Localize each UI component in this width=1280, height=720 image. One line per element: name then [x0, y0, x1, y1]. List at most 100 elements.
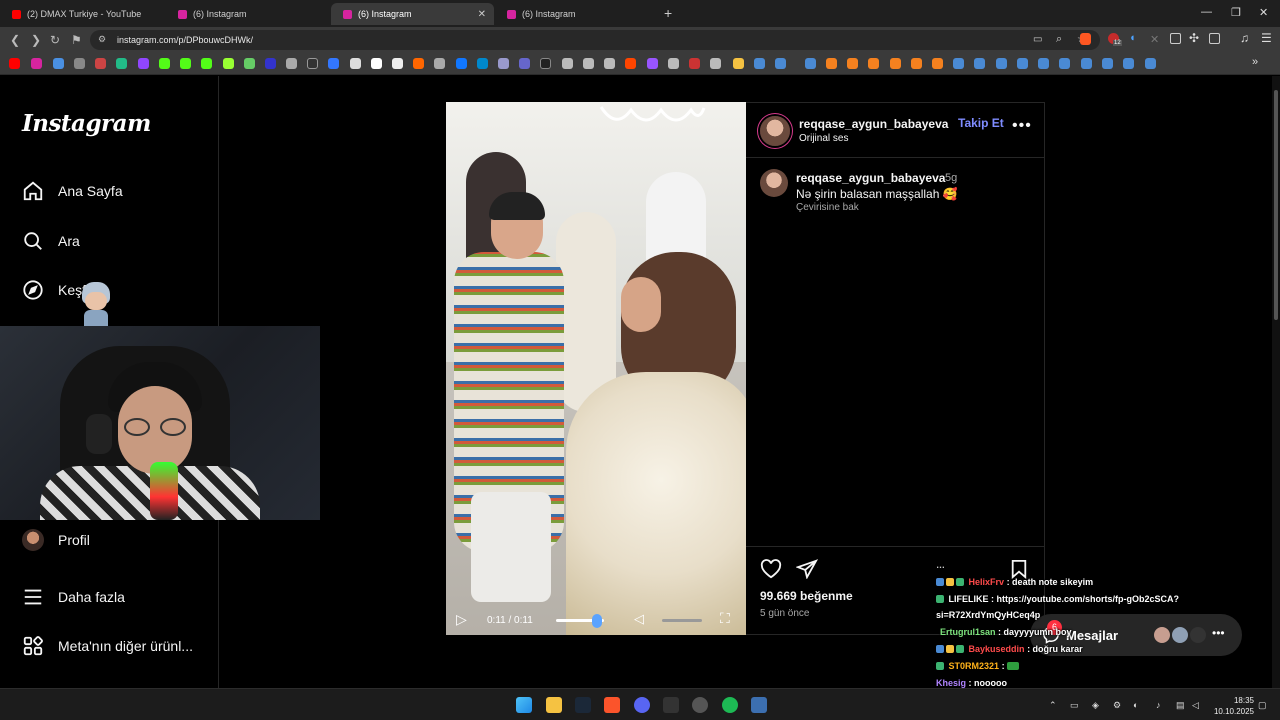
bookmark-reddit-icon[interactable]: [625, 58, 636, 69]
puzzle-icon[interactable]: ✣: [1189, 31, 1199, 45]
bookmark-steam-icon[interactable]: [775, 58, 786, 69]
minimize-button[interactable]: —: [1201, 6, 1212, 18]
nav-profile[interactable]: Profil: [22, 529, 90, 551]
bookmark-twitch-icon[interactable]: [138, 58, 149, 69]
bookmark-icon[interactable]: [847, 58, 858, 69]
like-count[interactable]: 99.669 beğenme: [760, 589, 853, 603]
bookmark-instagram-icon[interactable]: [31, 58, 42, 69]
bookmark-kick-icon[interactable]: [159, 58, 170, 69]
bookmark-folder-icon[interactable]: [733, 58, 744, 69]
bookmark-steam-icon[interactable]: [1059, 58, 1070, 69]
extension-icon[interactable]: ✕: [1150, 33, 1159, 46]
like-icon[interactable]: [760, 559, 782, 584]
audio-label[interactable]: Orijinal ses: [799, 133, 848, 144]
volume-slider[interactable]: [662, 619, 702, 622]
bookmark-steam-icon[interactable]: [1145, 58, 1156, 69]
brave-shield-icon[interactable]: [1080, 33, 1091, 45]
bookmark-steam-icon[interactable]: [1017, 58, 1028, 69]
page-scrollbar[interactable]: [1272, 76, 1280, 688]
tab-instagram-3[interactable]: (6) Instagram: [495, 3, 659, 25]
bookmark-icon[interactable]: [74, 58, 85, 69]
bookmark-kick-icon[interactable]: [180, 58, 191, 69]
bookmark-icon[interactable]: [223, 58, 234, 69]
app-icon[interactable]: [663, 697, 679, 713]
music-icon[interactable]: ♫: [1240, 31, 1249, 45]
bookmark-steam-icon[interactable]: [805, 58, 816, 69]
bookmark-drive-icon[interactable]: [116, 58, 127, 69]
bookmark-steam-icon[interactable]: [996, 58, 1007, 69]
screenshot-icon[interactable]: [1170, 33, 1181, 44]
bookmark-icon[interactable]: [371, 58, 382, 69]
bookmark-icon[interactable]: [53, 58, 64, 69]
bookmark-steam-icon[interactable]: [953, 58, 964, 69]
bookmark-icon[interactable]: [562, 58, 573, 69]
tray-chevron-icon[interactable]: ⌃: [1049, 700, 1057, 711]
forward-button[interactable]: ❯: [31, 33, 41, 47]
site-info-icon[interactable]: ⚙: [98, 34, 106, 45]
bookmark-icon[interactable]: [456, 58, 467, 69]
fullscreen-icon[interactable]: ⛶: [720, 610, 730, 627]
follow-button[interactable]: Takip Et: [958, 116, 1004, 130]
avatar[interactable]: [1188, 625, 1208, 645]
bookmark-steam-icon[interactable]: [1102, 58, 1113, 69]
tray-icon[interactable]: ▭: [1070, 700, 1079, 711]
post-username[interactable]: reqqase_aygun_babayeva: [799, 117, 948, 131]
bookmark-amazon-icon[interactable]: [392, 58, 403, 69]
windows-start-icon[interactable]: [516, 697, 532, 713]
system-clock[interactable]: 18:35 10.10.2025: [1212, 695, 1254, 717]
bookmark-icon[interactable]: [583, 58, 594, 69]
tray-icon[interactable]: ◐: [1133, 700, 1138, 710]
app-icon[interactable]: [751, 697, 767, 713]
brave-icon[interactable]: [604, 697, 620, 713]
more-icon[interactable]: •••: [1212, 626, 1225, 640]
steam-icon[interactable]: [575, 697, 591, 713]
bookmark-kick-icon[interactable]: [201, 58, 212, 69]
bookmark-icon[interactable]: [413, 58, 424, 69]
wallet-icon[interactable]: [1209, 33, 1220, 44]
see-translation-link[interactable]: Çevirisine bak: [796, 202, 859, 213]
cast-icon[interactable]: ▭: [1033, 34, 1042, 45]
app-icon[interactable]: [692, 697, 708, 713]
bookmark-icon[interactable]: [434, 58, 445, 69]
more-bookmarks-icon[interactable]: »: [1252, 56, 1258, 68]
reload-button[interactable]: ↻: [50, 33, 60, 47]
audio-icon[interactable]: ◖: [1129, 32, 1136, 44]
tray-icon[interactable]: ◈: [1092, 700, 1099, 711]
bookmark-steam-icon[interactable]: [754, 58, 765, 69]
bookmark-icon[interactable]: [540, 58, 551, 69]
bookmark-icon[interactable]: [689, 58, 700, 69]
nav-search[interactable]: Ara: [22, 230, 80, 252]
maximize-button[interactable]: ❐: [1231, 6, 1241, 19]
bookmark-icon[interactable]: [244, 58, 255, 69]
address-bar[interactable]: ⚙ instagram.com/p/DPbouwcDHWk/ ▭ ⌕ ☆: [90, 30, 1100, 50]
zoom-icon[interactable]: ⌕: [1056, 33, 1062, 46]
tab-instagram-1[interactable]: (6) Instagram: [166, 3, 330, 25]
comment-username[interactable]: reqqase_aygun_babayeva: [796, 171, 945, 185]
share-icon[interactable]: [795, 559, 819, 584]
bookmark-icon[interactable]: [286, 58, 297, 69]
tab-youtube[interactable]: (2) DMAX Turkiye - YouTube: [0, 3, 165, 25]
bookmark-icon[interactable]: [647, 58, 658, 69]
bookmark-gmail-icon[interactable]: [95, 58, 106, 69]
bookmark-steam-icon[interactable]: [1081, 58, 1092, 69]
menu-icon[interactable]: ☰: [1261, 31, 1272, 45]
bookmark-icon[interactable]: [477, 58, 488, 69]
file-explorer-icon[interactable]: [546, 697, 562, 713]
volume-icon[interactable]: ◁: [1192, 700, 1199, 711]
play-icon[interactable]: ▷: [456, 611, 467, 628]
nav-meta-products[interactable]: Meta'nın diğer ürünl...: [22, 635, 193, 657]
bookmark-icon[interactable]: [668, 58, 679, 69]
bookmark-icon[interactable]: [519, 58, 530, 69]
bookmark-youtube-icon[interactable]: [9, 58, 20, 69]
avatar[interactable]: [760, 116, 790, 146]
microphone-icon[interactable]: ♪: [1156, 700, 1161, 710]
notification-icon[interactable]: ▢: [1258, 700, 1267, 711]
instagram-logo[interactable]: Instagram: [22, 110, 151, 137]
post-video[interactable]: [446, 102, 746, 635]
close-tab-icon[interactable]: ✕: [478, 9, 486, 20]
bookmark-icon[interactable]: [265, 58, 276, 69]
nav-more[interactable]: Daha fazla: [22, 586, 125, 608]
avatar[interactable]: [760, 169, 788, 197]
video-progress-handle[interactable]: [592, 614, 602, 628]
bookmark-icon[interactable]: [328, 58, 339, 69]
